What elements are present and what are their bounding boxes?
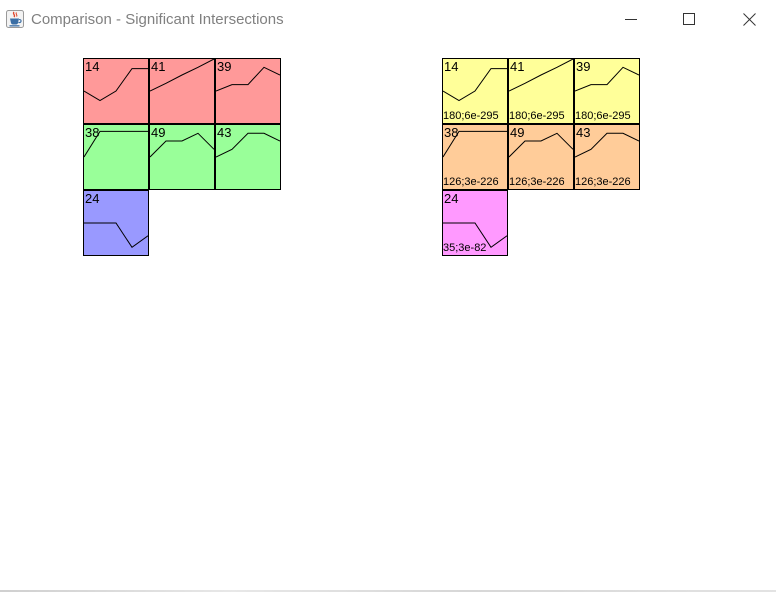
tile-id-label: 14	[85, 59, 100, 74]
window-title: Comparison - Significant Intersections	[31, 11, 284, 28]
cluster-tile[interactable]: 49 126;3e-226	[508, 124, 574, 190]
tile-id-label: 43	[217, 125, 232, 140]
intersection-panel-right: 14 180;6e-295 41 180;6e-295 39 180;6e-295 38 12…	[442, 58, 640, 256]
tile-stat-label: 180;6e-295	[575, 110, 631, 122]
tile-stat-label: 180;6e-295	[443, 110, 499, 122]
minimize-icon	[625, 19, 637, 20]
tile-id-label: 14	[444, 59, 459, 74]
cluster-tile[interactable]: 38 126;3e-226	[442, 124, 508, 190]
cluster-tile[interactable]: 41 180;6e-295	[508, 58, 574, 124]
cluster-panel-left: 14 41 39 38 49 43 24	[83, 58, 281, 256]
tile-id-label: 43	[576, 125, 591, 140]
tile-id-label: 39	[576, 59, 591, 74]
tile-stat-label: 35;3e-82	[443, 242, 487, 254]
tile-id-label: 38	[444, 125, 459, 140]
cluster-tile[interactable]: 14 180;6e-295	[442, 58, 508, 124]
profile-line	[84, 222, 148, 249]
cluster-tile[interactable]: 43	[215, 124, 281, 190]
tile-id-label: 41	[151, 59, 166, 74]
cluster-tile[interactable]: 24	[83, 190, 149, 256]
minimize-button[interactable]	[608, 0, 654, 38]
maximize-icon	[683, 13, 695, 25]
close-button[interactable]	[726, 0, 772, 38]
cluster-tile[interactable]: 38	[83, 124, 149, 190]
cluster-tile[interactable]: 14	[83, 58, 149, 124]
maximize-button[interactable]	[666, 0, 712, 38]
tile-id-label: 24	[85, 191, 100, 206]
tile-id-label: 49	[151, 125, 166, 140]
cluster-tile[interactable]: 24 35;3e-82	[442, 190, 508, 256]
tile-id-label: 41	[510, 59, 525, 74]
title-bar[interactable]: Comparison - Significant Intersections	[0, 0, 776, 38]
tile-stat-label: 126;3e-226	[509, 176, 565, 188]
tile-id-label: 24	[444, 191, 459, 206]
cluster-tile[interactable]: 39 180;6e-295	[574, 58, 640, 124]
java-cup-icon[interactable]	[6, 10, 24, 28]
cluster-tile[interactable]: 39	[215, 58, 281, 124]
cluster-tile[interactable]: 43 126;3e-226	[574, 124, 640, 190]
tile-stat-label: 180;6e-295	[509, 110, 565, 122]
tile-id-label: 49	[510, 125, 525, 140]
close-icon	[742, 12, 756, 26]
tile-stat-label: 126;3e-226	[443, 176, 499, 188]
cluster-tile[interactable]: 41	[149, 58, 215, 124]
tile-stat-label: 126;3e-226	[575, 176, 631, 188]
tile-id-label: 39	[217, 59, 232, 74]
cluster-tile[interactable]: 49	[149, 124, 215, 190]
tile-id-label: 38	[85, 125, 100, 140]
